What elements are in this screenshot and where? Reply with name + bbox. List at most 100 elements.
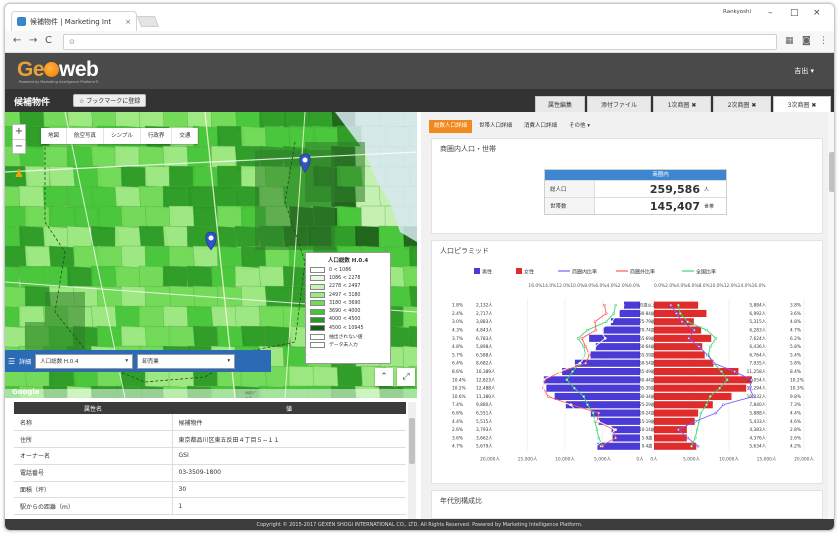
female-value-label: 7,935人 <box>749 361 766 367</box>
tab-close-icon[interactable]: × <box>125 18 131 26</box>
zoom-in-button[interactable]: + <box>13 125 25 140</box>
right-tab-0[interactable]: 属性編集 <box>535 96 585 112</box>
map-district <box>192 245 218 269</box>
page-scroll-thumb[interactable] <box>829 152 834 192</box>
tab-title: 候補物件 | Marketing Int <box>30 17 112 26</box>
legend-label: 2278 < 2497 <box>329 284 361 290</box>
age-category-label: 0-4歳 <box>642 443 653 449</box>
summary-label: 世帯数 <box>545 198 595 214</box>
fullscreen-icon[interactable]: ⤢ <box>397 368 415 386</box>
camera-icon[interactable]: ◙ <box>802 36 812 46</box>
male-pct-label: 7.4% <box>452 402 463 408</box>
new-tab-button[interactable] <box>136 16 160 27</box>
maximize-icon[interactable]: □ <box>790 8 799 18</box>
national-ratio-line-left-point <box>565 378 569 382</box>
male-bar <box>598 417 640 425</box>
layer-selector-bar: ☰ 詳細 人口総数 H.0.4 ▾ 卸売業 ▾ <box>5 350 271 372</box>
map-district <box>402 305 417 330</box>
legend-label: 0 < 1086 <box>329 267 352 273</box>
map-district <box>240 325 268 349</box>
female-bar <box>654 359 714 367</box>
area-ratio-highlight-left-point <box>594 444 598 448</box>
area-ratio-highlight-left-point <box>597 420 601 423</box>
area-ratio-line-right-point <box>686 436 690 440</box>
site-info-icon[interactable]: ⊙ <box>69 38 75 46</box>
back-icon[interactable]: ← <box>13 36 21 46</box>
map-type-selector: 地図 航空写真 シンプル 行政界 交通 <box>41 128 199 144</box>
table-cell-value: 03-3509-1800 <box>172 464 406 482</box>
map-type-0[interactable]: 地図 <box>41 128 68 144</box>
map-panel[interactable]: + − 地図 航空写真 シンプル 行政界 交通 ♟ 人口総数 H.0.4 0 < 108… <box>5 112 417 398</box>
area-ratio-highlight-left-point <box>621 303 625 307</box>
close-window-icon[interactable]: × <box>813 8 821 18</box>
map-district <box>186 112 216 130</box>
analysis-tab-2[interactable]: 消費人口詳細 <box>519 120 562 133</box>
layer-select[interactable]: 人口総数 H.0.4 ▾ <box>35 353 134 369</box>
national-ratio-line-left-point <box>582 395 586 398</box>
right-tab-3[interactable]: 2次商圏 ✖ <box>713 96 771 112</box>
age-category-label: 45-49歳 <box>639 368 655 374</box>
map-type-2[interactable]: シンプル <box>104 128 141 144</box>
analysis-tab-1[interactable]: 世帯人口詳細 <box>474 120 517 133</box>
male-value-label: 10,389人 <box>476 369 496 375</box>
female-value-label: 6,764人 <box>749 352 766 358</box>
table-scroll-thumb[interactable] <box>409 418 415 464</box>
forward-icon[interactable]: → <box>29 36 37 46</box>
user-menu[interactable]: 吉出 ▾ <box>794 66 814 76</box>
male-pct-label: 10.2% <box>452 386 466 392</box>
reload-icon[interactable]: C <box>45 36 52 46</box>
national-ratio-line-right-point <box>686 320 690 324</box>
collapse-up-icon[interactable]: ⌃ <box>375 368 393 386</box>
national-ratio-line-left-point <box>612 312 616 315</box>
map-type-1[interactable]: 航空写真 <box>67 128 105 144</box>
map-type-4[interactable]: 交通 <box>172 128 199 144</box>
area-ratio-highlight-left-point <box>541 378 544 382</box>
table-scrollbar[interactable] <box>408 402 416 519</box>
bottom-axis-tick: 5,000人 <box>594 456 612 462</box>
bookmark-button[interactable]: ☆ ブックマークに登録 <box>73 94 147 107</box>
right-tab-2[interactable]: 1次商圏 ✖ <box>653 96 711 112</box>
map-district <box>168 325 197 347</box>
window-user[interactable]: Rankyoshi <box>723 9 751 15</box>
summary-value: 259,586 <box>649 182 700 196</box>
female-value-label: 7,624人 <box>749 336 766 342</box>
right-tab-1[interactable]: 添付ファイル <box>587 96 651 112</box>
zoom-out-button[interactable]: − <box>13 140 25 154</box>
area-ratio-line-right-point <box>687 337 690 340</box>
map-attribution[interactable]: 地図データ ©2017 Google, ZENRIN 利用規約 地図の誤りを報告… <box>5 389 417 398</box>
male-pct-label: 4.3% <box>452 328 463 334</box>
female-pct-label: 7.3% <box>790 402 801 408</box>
national-ratio-line-right-point <box>708 345 712 348</box>
male-pct-label: 4.8% <box>452 344 463 350</box>
bottom-axis-tick: 20,000人 <box>480 456 500 462</box>
page-scrollbar[interactable] <box>828 112 834 519</box>
map-district <box>240 125 269 147</box>
geoweb-logo[interactable]: Ge web <box>17 58 99 82</box>
male-bar <box>554 392 640 400</box>
category-select[interactable]: 卸売業 ▾ <box>137 353 236 369</box>
legend-row: 4000 < 4500 <box>310 316 386 324</box>
area-ratio-highlight-left-point <box>543 386 546 390</box>
national-ratio-line-right-point <box>705 328 708 332</box>
female-value-label: 11,258人 <box>747 369 767 375</box>
male-value-label: 9,880人 <box>476 402 493 408</box>
minimize-icon[interactable]: – <box>768 8 773 18</box>
analysis-panel: 総数人口詳細 世帯人口詳細 消費人口詳細 その他 ▾ 商圏内人口・世帯 商圏内 総人口… <box>421 112 828 519</box>
population-pyramid-chart: 男性 女性 商圏内比率 商圏外比率 全国比率 16.0%14.0%12.0%10.0%8.… <box>452 268 814 462</box>
browser-tab[interactable]: 候補物件 | Marketing Int × <box>11 11 137 31</box>
grid-icon[interactable]: ▦ <box>785 36 795 46</box>
area-ratio-line-right-point <box>733 370 736 373</box>
female-value-label: 5,888人 <box>749 411 766 417</box>
analysis-tab-0[interactable]: 総数人口詳細 <box>429 120 473 133</box>
url-input[interactable]: ⊙ <box>63 34 777 50</box>
analysis-tab-3[interactable]: その他 ▾ <box>564 120 595 133</box>
age-category-label: 20-24歳 <box>639 410 655 416</box>
right-tab-4[interactable]: 3次商圏 ✖ <box>773 96 831 112</box>
map-district <box>216 285 245 309</box>
age-category-label: 55-59歳 <box>639 351 655 357</box>
national-ratio-line-right-point <box>708 395 712 398</box>
street-view-pegman-icon[interactable]: ♟ <box>14 167 24 180</box>
male-pct-label: 3.0% <box>452 319 463 325</box>
menu-icon[interactable]: ⋮ <box>819 36 829 46</box>
map-type-3[interactable]: 行政界 <box>141 128 173 144</box>
